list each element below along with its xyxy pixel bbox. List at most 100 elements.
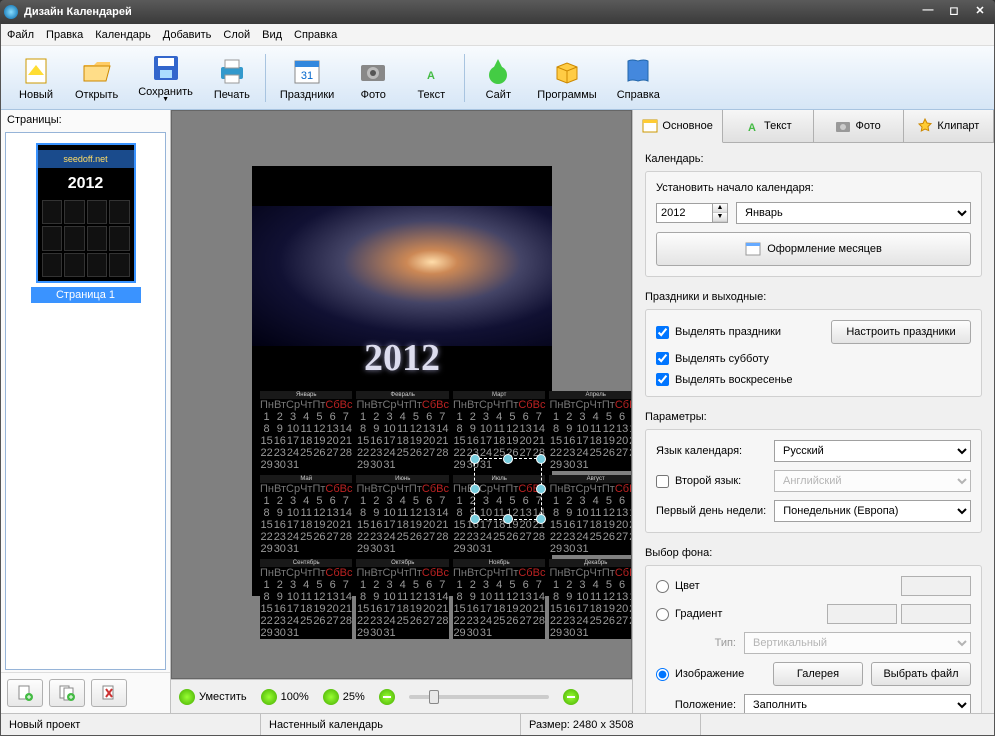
- svg-text:A: A: [748, 122, 756, 134]
- second-language-checkbox[interactable]: Второй язык:: [656, 475, 766, 488]
- camera-icon: [835, 118, 851, 134]
- copy-page-icon: [58, 684, 76, 702]
- menu-layer[interactable]: Слой: [223, 29, 250, 41]
- minimize-button[interactable]: —: [917, 4, 939, 20]
- toolbar-new[interactable]: Новый: [7, 53, 65, 103]
- toolbar-help[interactable]: Справка: [607, 53, 670, 103]
- new-icon: [20, 55, 52, 87]
- add-page-button[interactable]: [7, 679, 43, 707]
- menu-edit[interactable]: Правка: [46, 29, 83, 41]
- highlight-sunday-checkbox[interactable]: Выделять воскресенье: [656, 373, 793, 386]
- toolbar-print[interactable]: Печать: [203, 53, 261, 103]
- year-input[interactable]: [656, 203, 712, 223]
- canvas[interactable]: 2012 ЯнварьПнВтСрЧтПтСбВс123456789101112…: [171, 110, 632, 679]
- dropdown-arrow-icon: ▼: [162, 96, 169, 103]
- gradient-swatch-1: [827, 604, 897, 624]
- firstday-label: Первый день недели:: [656, 505, 766, 517]
- zoom-25-button[interactable]: 25%: [323, 689, 365, 705]
- toolbar-programs[interactable]: Программы: [527, 53, 606, 103]
- group-background-header: Выбор фона:: [645, 545, 982, 565]
- tab-photo[interactable]: Фото: [814, 110, 904, 142]
- tab-main[interactable]: Основное: [633, 110, 723, 143]
- selection-box[interactable]: [474, 458, 542, 520]
- bg-image-radio[interactable]: Изображение: [656, 668, 744, 681]
- menu-calendar[interactable]: Календарь: [95, 29, 151, 41]
- zoom-fit-button[interactable]: Уместить: [179, 689, 247, 705]
- pages-header: Страницы:: [1, 110, 170, 130]
- year-text[interactable]: 2012: [252, 336, 552, 380]
- gradient-type-label: Тип:: [656, 637, 736, 649]
- group-calendar-header: Календарь:: [645, 151, 982, 171]
- menu-bar: Файл Правка Календарь Добавить Слой Вид …: [1, 24, 994, 46]
- folder-icon: [81, 55, 113, 87]
- group-calendar: Календарь: Установить начало календаря: …: [645, 151, 982, 277]
- year-spinner[interactable]: ▲▼: [656, 203, 728, 223]
- language-label: Язык календаря:: [656, 445, 766, 457]
- save-icon: [150, 52, 182, 84]
- group-holidays-header: Праздники и выходные:: [645, 289, 982, 309]
- configure-holidays-button[interactable]: Настроить праздники: [831, 320, 971, 344]
- duplicate-page-button[interactable]: [49, 679, 85, 707]
- menu-help[interactable]: Справка: [294, 29, 337, 41]
- toolbar-text[interactable]: AТекст: [402, 53, 460, 103]
- calendar-icon: 31: [291, 55, 323, 87]
- canvas-area: 2012 ЯнварьПнВтСрЧтПтСбВс123456789101112…: [171, 110, 632, 713]
- close-button[interactable]: ✕: [969, 4, 991, 20]
- second-language-select: Английский: [774, 470, 971, 492]
- text-icon: A: [415, 55, 447, 87]
- text-icon: A: [744, 118, 760, 134]
- zoom-out-button[interactable]: [379, 689, 395, 705]
- month-select[interactable]: Январь: [736, 202, 971, 224]
- zoom-slider[interactable]: [409, 695, 549, 699]
- toolbar-photo[interactable]: Фото: [344, 53, 402, 103]
- zoom-in-button[interactable]: [563, 689, 579, 705]
- toolbar-open[interactable]: Открыть: [65, 53, 128, 103]
- bg-position-select[interactable]: Заполнить: [744, 694, 971, 713]
- delete-page-button[interactable]: [91, 679, 127, 707]
- svg-text:A: A: [427, 70, 435, 82]
- highlight-saturday-checkbox[interactable]: Выделять субботу: [656, 352, 769, 365]
- toolbar-holidays[interactable]: 31Праздники: [270, 53, 344, 103]
- year-down[interactable]: ▼: [713, 213, 727, 222]
- svg-text:31: 31: [301, 70, 313, 82]
- gradient-swatch-2: [901, 604, 971, 624]
- delete-page-icon: [100, 684, 118, 702]
- bg-color-radio[interactable]: Цвет: [656, 580, 700, 593]
- tab-text[interactable]: AТекст: [723, 110, 813, 142]
- app-icon: [4, 5, 18, 19]
- bg-gradient-radio[interactable]: Градиент: [656, 608, 722, 621]
- firstday-select[interactable]: Понедельник (Европа): [774, 500, 971, 522]
- group-background: Выбор фона: Цвет Градиент Тип:Вертикальн…: [645, 545, 982, 713]
- group-params: Параметры: Язык календаря: Русский Второй…: [645, 409, 982, 533]
- highlight-holidays-checkbox[interactable]: Выделять праздники: [656, 326, 781, 339]
- page-thumbnail[interactable]: seedoff.net 2012 Страница 1: [31, 143, 141, 303]
- pages-list[interactable]: seedoff.net 2012 Страница 1: [5, 132, 166, 670]
- main-toolbar: Новый Открыть Сохранить▼ Печать 31Праздн…: [1, 46, 994, 110]
- menu-file[interactable]: Файл: [7, 29, 34, 41]
- calendar-page[interactable]: 2012 ЯнварьПнВтСрЧтПтСбВс123456789101112…: [252, 166, 552, 596]
- group-holidays: Праздники и выходные: Выделять праздники…: [645, 289, 982, 397]
- calendar-icon: [642, 118, 658, 134]
- properties-panel: Основное AТекст Фото Клипарт Календарь: …: [632, 110, 994, 713]
- choose-file-button[interactable]: Выбрать файл: [871, 662, 971, 686]
- toolbar-site[interactable]: Сайт: [469, 53, 527, 103]
- months-design-button[interactable]: Оформление месяцев: [656, 232, 971, 266]
- year-up[interactable]: ▲: [713, 204, 727, 213]
- group-params-header: Параметры:: [645, 409, 982, 429]
- toolbar-save[interactable]: Сохранить▼: [128, 50, 203, 105]
- tab-clipart[interactable]: Клипарт: [904, 110, 994, 142]
- bg-position-label: Положение:: [656, 699, 736, 711]
- status-size: Размер: 2480 x 3508: [521, 714, 701, 735]
- bg-color-swatch: [901, 576, 971, 596]
- hero-image[interactable]: [252, 206, 552, 346]
- start-calendar-label: Установить начало календаря:: [656, 182, 814, 194]
- print-icon: [216, 55, 248, 87]
- menu-view[interactable]: Вид: [262, 29, 282, 41]
- language-select[interactable]: Русский: [774, 440, 971, 462]
- menu-add[interactable]: Добавить: [163, 29, 212, 41]
- book-icon: [622, 55, 654, 87]
- gallery-button[interactable]: Галерея: [773, 662, 863, 686]
- page-thumb-label: Страница 1: [31, 287, 141, 303]
- maximize-button[interactable]: ◻: [943, 4, 965, 20]
- zoom-100-button[interactable]: 100%: [261, 689, 309, 705]
